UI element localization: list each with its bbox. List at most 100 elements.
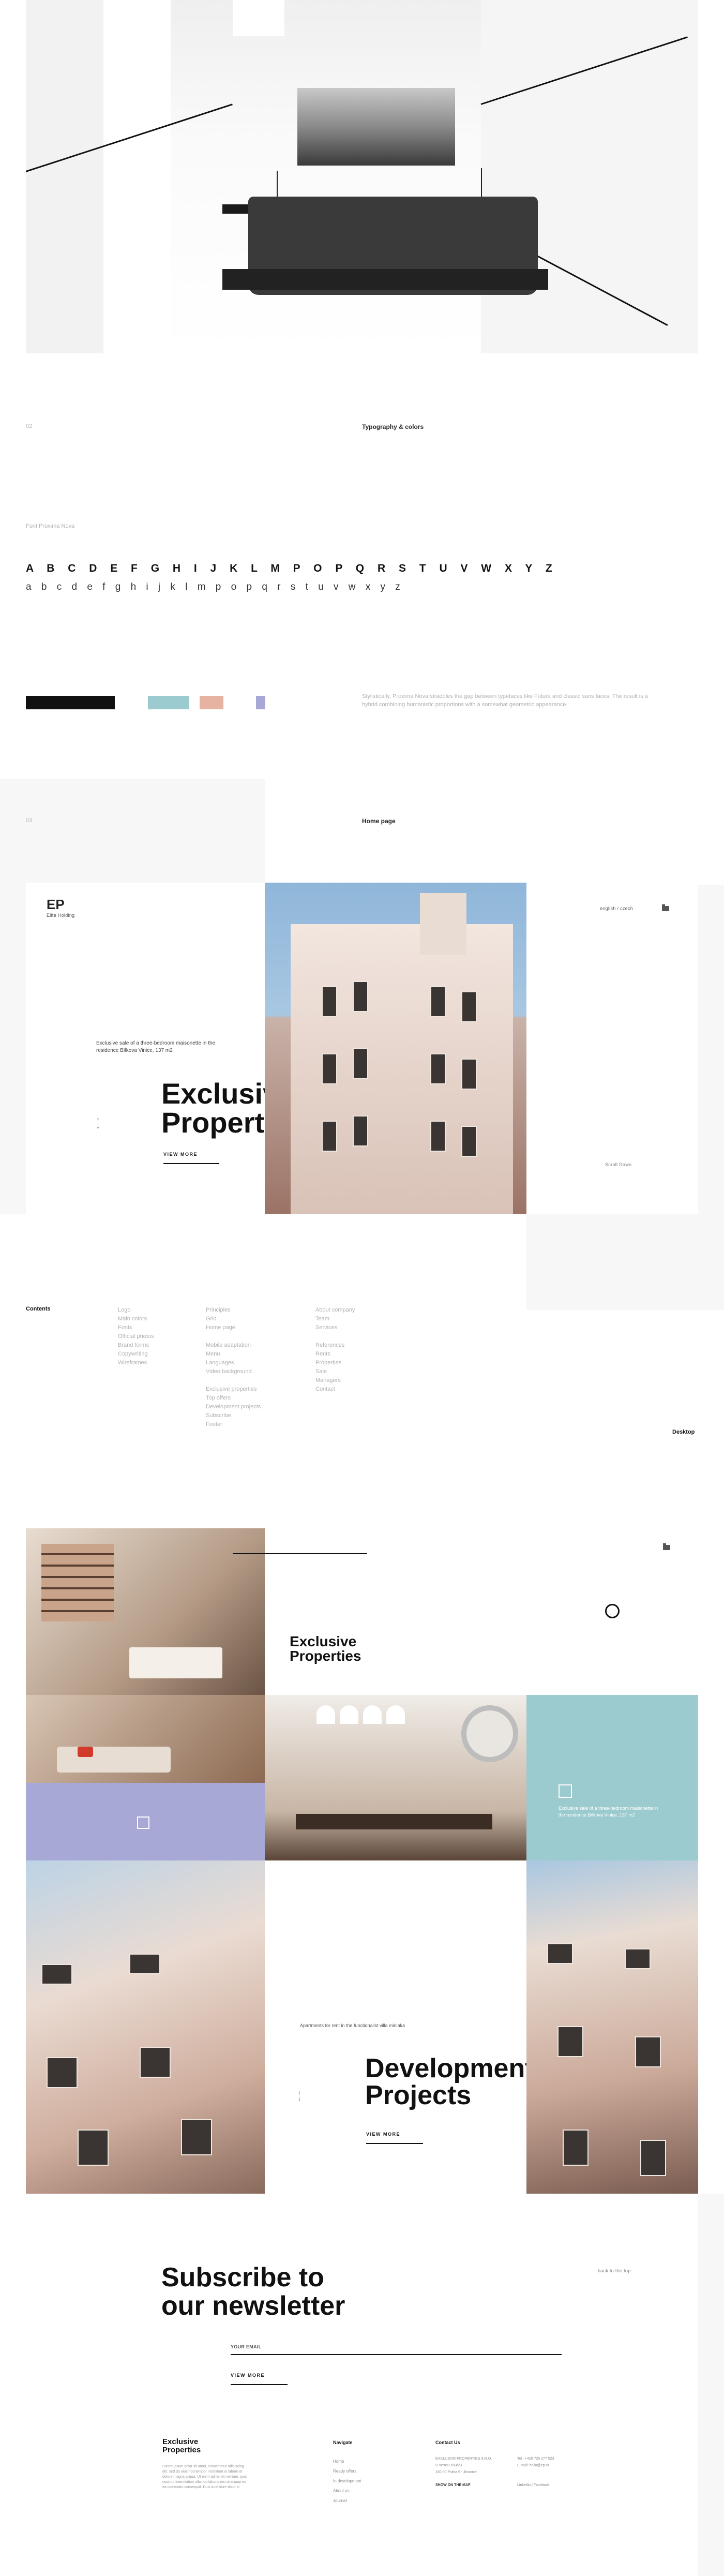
contents-item[interactable]: About company: [315, 1306, 355, 1315]
contents-item[interactable]: Languages: [206, 1359, 261, 1367]
scroll-arrows-icon[interactable]: ↑ ↓: [298, 2090, 301, 2102]
window: [322, 1121, 337, 1152]
lowercase-alphabet: a b c d e f g h i j k l m p o p q r s t …: [26, 582, 404, 592]
window: [625, 1948, 651, 1969]
section-title: Home page: [362, 817, 396, 825]
contents-item[interactable]: Official photos: [118, 1332, 154, 1341]
bg-gray-strip: [698, 2194, 724, 2576]
home-page-mock: EP Elite Holding Exclusive sale of a thr…: [26, 883, 698, 1214]
contents-item[interactable]: Brand forms: [118, 1341, 154, 1350]
contents-item[interactable]: Subscribe: [206, 1411, 261, 1420]
dining-room-photo: [265, 1695, 526, 1860]
contents-item[interactable]: Copywriting: [118, 1350, 154, 1359]
window: [635, 2036, 661, 2067]
logo[interactable]: EP Elite Holding: [47, 898, 74, 918]
living-room-photo: [26, 1528, 265, 1695]
contents-col-3: About company Team Services References R…: [315, 1306, 355, 1394]
footer-nav-item[interactable]: Ready offers: [333, 2466, 361, 2476]
view-more-button[interactable]: VIEW MORE: [366, 2132, 423, 2144]
email-input[interactable]: YOUR EMAIL: [231, 2342, 562, 2355]
contents-item[interactable]: References: [315, 1341, 355, 1350]
dining-table: [296, 1814, 492, 1829]
dev-title-line1: Development: [365, 2053, 534, 2083]
wall-photo: [297, 88, 455, 166]
contents-item[interactable]: Footer: [206, 1420, 261, 1429]
contents-item[interactable]: Contact: [315, 1385, 355, 1394]
email-placeholder: YOUR EMAIL: [231, 2344, 262, 2349]
contents-item[interactable]: Exclusive properties: [206, 1385, 261, 1394]
phone[interactable]: Tel.: +420 725 277 523: [517, 2455, 554, 2462]
contents-item[interactable]: Menu: [206, 1350, 261, 1359]
newsletter-title: Subscribe to our newsletter: [161, 2264, 345, 2320]
contents-item[interactable]: Team: [315, 1315, 355, 1323]
email[interactable]: E-mail: hello@ep.cz: [517, 2462, 554, 2469]
bed-frame: [222, 269, 548, 290]
contents-item[interactable]: Main colors: [118, 1315, 154, 1323]
newsletter-submit-button[interactable]: VIEW MORE: [231, 2373, 288, 2385]
folder-icon[interactable]: [662, 904, 669, 911]
hero-bedroom-photo: [26, 0, 698, 353]
window: [140, 2047, 171, 2078]
pendant-lamp: [340, 1705, 358, 1724]
pendant-lamp: [316, 1705, 335, 1724]
language-switch[interactable]: english / czech: [600, 906, 633, 911]
square-icon[interactable]: [559, 1784, 572, 1798]
footer-nav-title: Navigate: [333, 2440, 353, 2445]
contents-item[interactable]: Properties: [315, 1359, 355, 1367]
sofa-photo: [26, 1695, 265, 1783]
window: [353, 1048, 368, 1079]
scroll-down-label[interactable]: Scroll Down: [605, 1162, 631, 1167]
teal-tile: [526, 1695, 698, 1860]
footer-brand-line1: Exclusive: [162, 2437, 199, 2446]
footer-nav-item[interactable]: In development: [333, 2476, 361, 2486]
address-line: 150 00 Praha 5 - Jinonice: [435, 2470, 477, 2474]
footer-brand-text: Lorem ipsum dolor sit amet, consectetur …: [162, 2465, 247, 2489]
contents-item[interactable]: Top offers: [206, 1394, 261, 1403]
dev-title: Development Projects: [365, 2055, 534, 2109]
back-to-top-link[interactable]: back to the top: [598, 2268, 631, 2273]
contents-item[interactable]: Logo: [118, 1306, 154, 1315]
contents-item[interactable]: Sale: [315, 1367, 355, 1376]
view-more-button[interactable]: VIEW MORE: [163, 1152, 219, 1164]
facade-photo-right: [526, 1860, 698, 2194]
footer-nav-item[interactable]: Journal: [333, 2496, 361, 2506]
contents-item[interactable]: Managers: [315, 1376, 355, 1385]
color-swatch-lilac: [256, 696, 265, 709]
window: [461, 1059, 477, 1090]
contents-item[interactable]: Wireframes: [118, 1359, 154, 1367]
window: [78, 2130, 109, 2166]
color-swatch-black: [26, 696, 115, 709]
contents-item[interactable]: Principles: [206, 1306, 261, 1315]
uppercase-alphabet: A B C D E F G H I J K L M P O P Q R S T …: [26, 562, 557, 574]
desktop-mock: Exclusive Properties Exclusive sale of a…: [26, 1528, 698, 2194]
footer-brand-line2: Properties: [162, 2446, 201, 2454]
section-number: 03: [26, 817, 33, 824]
social-links[interactable]: Linkedin | Facebook: [517, 2483, 550, 2487]
contents-item[interactable]: Fonts: [118, 1323, 154, 1332]
contents-item[interactable]: Rents: [315, 1350, 355, 1359]
circle-icon[interactable]: [605, 1604, 620, 1618]
desktop-title-line1: Exclusive: [290, 1633, 357, 1649]
home-intro-text: Exclusive sale of a three-bedroom maison…: [96, 1040, 216, 1053]
contents-item[interactable]: Development projects: [206, 1403, 261, 1411]
font-description: Stylistically, Proxima Nova straddles th…: [362, 693, 648, 708]
contents-item[interactable]: Video background: [206, 1367, 261, 1376]
window: [640, 2140, 666, 2176]
scroll-arrows-icon[interactable]: ↑ ↓: [96, 1116, 100, 1129]
show-on-map-link[interactable]: SHOW ON THE MAP: [435, 2483, 471, 2487]
contents-col-2: Principles Grid Home page Mobile adaptat…: [206, 1306, 261, 1429]
facade-photo-left: [26, 1860, 265, 2194]
window: [461, 991, 477, 1022]
desktop-label: Desktop: [672, 1429, 695, 1435]
folder-icon[interactable]: [663, 1543, 670, 1550]
footer-nav-item[interactable]: About us: [333, 2486, 361, 2496]
footer-nav-item[interactable]: Home: [333, 2456, 361, 2466]
dev-intro-text: Apartments for rent in the functionalist…: [300, 2023, 405, 2028]
contents-item[interactable]: Grid: [206, 1315, 261, 1323]
contents-item[interactable]: Mobile adaptation: [206, 1341, 261, 1350]
square-icon[interactable]: [137, 1816, 149, 1829]
contents-item[interactable]: Services: [315, 1323, 355, 1332]
round-mirror: [461, 1705, 518, 1762]
contents-item[interactable]: Home page: [206, 1323, 261, 1332]
window: [430, 1121, 446, 1152]
